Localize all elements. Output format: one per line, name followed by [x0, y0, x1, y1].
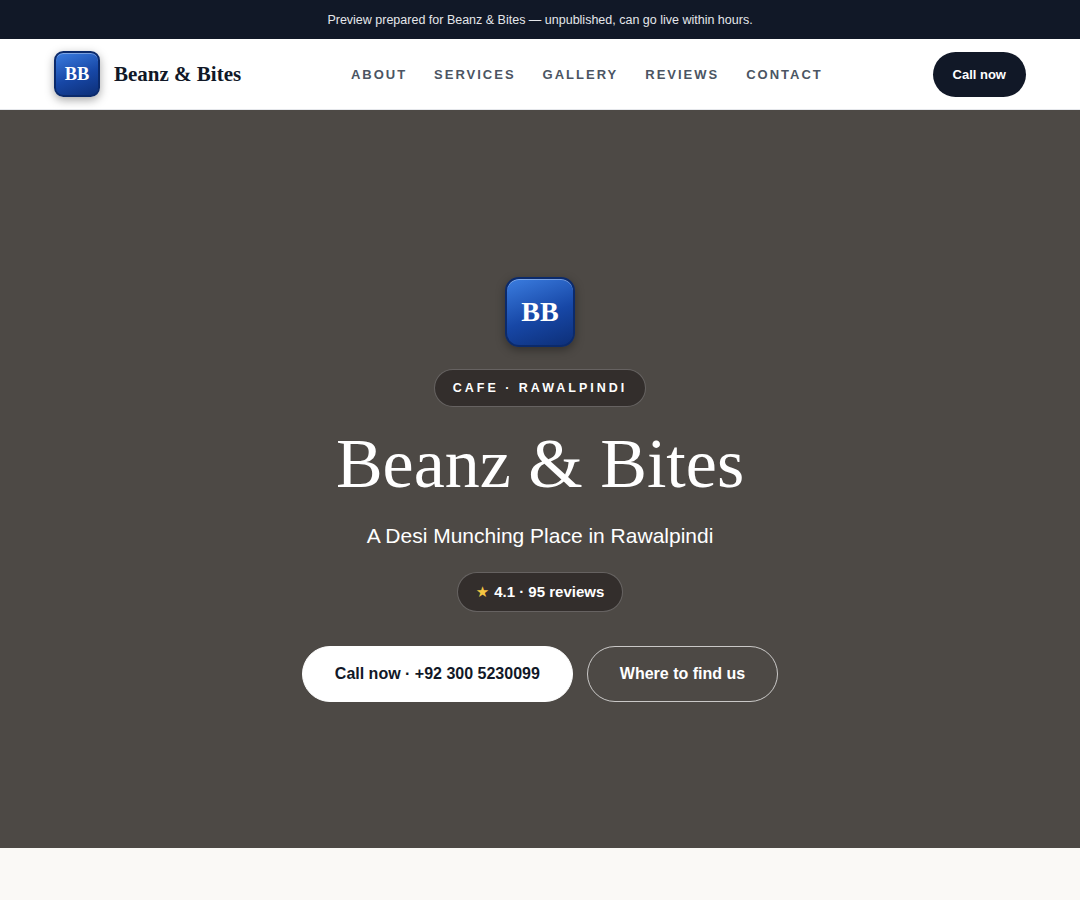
brand[interactable]: BB Beanz & Bites [54, 51, 241, 97]
logo-icon: BB [54, 51, 100, 97]
nav-link[interactable]: SERVICES [434, 67, 516, 82]
hero-logo-icon: BB [505, 277, 575, 347]
star-icon: ★ [476, 583, 489, 601]
directions-button[interactable]: Where to find us [587, 646, 778, 702]
call-button[interactable]: Call now [933, 52, 1026, 97]
category-badge: CAFE · RAWALPINDI [434, 369, 647, 407]
nav-link[interactable]: CONTACT [746, 67, 823, 82]
hero-title: Beanz & Bites [336, 425, 744, 502]
nav-link[interactable]: ABOUT [351, 67, 407, 82]
hero-actions: Call now · +92 300 5230099Where to find … [302, 646, 778, 702]
rating-pill: ★4.1 · 95 reviews [457, 572, 624, 612]
nav-link[interactable]: GALLERY [543, 67, 619, 82]
hero: BB CAFE · RAWALPINDI Beanz & Bites A Desi M… [0, 110, 1080, 848]
hero-subtitle: A Desi Munching Place in Rawalpindi [367, 524, 714, 548]
preview-banner: Preview prepared for Beanz & Bites — unp… [0, 0, 1080, 39]
site-header: BB Beanz & Bites ABOUT SERVICES GALLERY REVIE… [0, 39, 1080, 110]
about-section [0, 848, 1080, 900]
nav-link[interactable]: REVIEWS [645, 67, 719, 82]
main-nav: ABOUT SERVICES GALLERY REVIEWS CONTACT [351, 67, 823, 82]
call-now-button[interactable]: Call now · +92 300 5230099 [302, 646, 573, 702]
brand-name: Beanz & Bites [114, 62, 241, 87]
